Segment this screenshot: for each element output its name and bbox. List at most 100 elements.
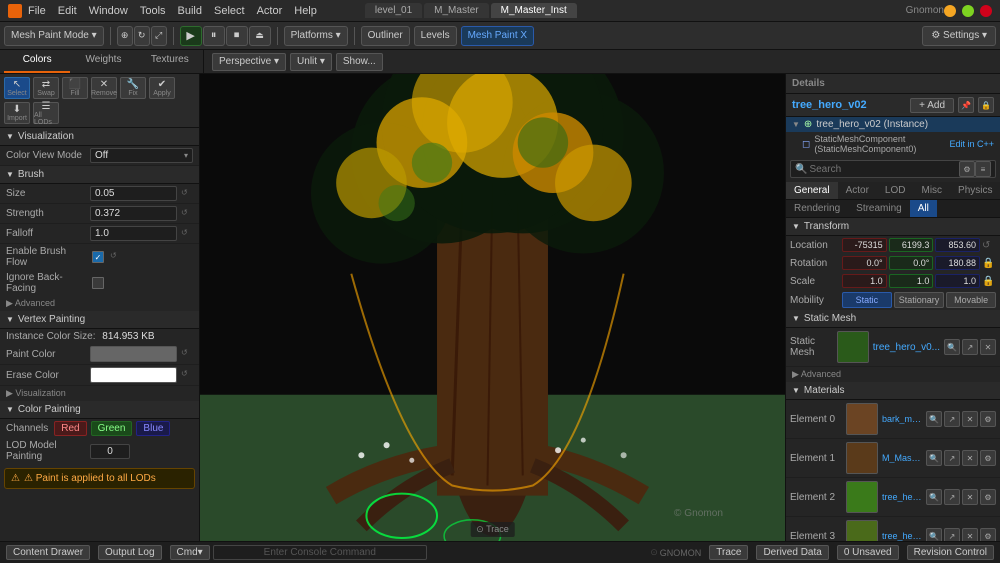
mat0-clear-btn[interactable]: ✕ [962, 411, 978, 427]
fill-tool-btn[interactable]: ⬛ Fill [62, 77, 88, 99]
mat3-clear-btn[interactable]: ✕ [962, 528, 978, 541]
viz-toggle[interactable]: ▶ Visualization [0, 386, 199, 401]
show-btn[interactable]: Show... [336, 53, 383, 71]
stationary-mobility-btn[interactable]: Stationary [894, 292, 945, 308]
mat1-browse-btn[interactable]: 🔍 [926, 450, 942, 466]
mat2-open-btn[interactable]: ↗ [944, 489, 960, 505]
tab-textures[interactable]: Textures [137, 50, 203, 73]
menu-file[interactable]: File [28, 5, 46, 17]
static-mesh-value[interactable]: tree_hero_v0... [873, 342, 940, 353]
viewport[interactable]: © Gnomon ⊙ Trace [200, 74, 785, 541]
tab-misc[interactable]: Misc [913, 182, 950, 199]
brush-size-input[interactable]: 0.05 [90, 186, 177, 201]
advanced-toggle[interactable]: ▶ Advanced [0, 296, 199, 311]
menu-build[interactable]: Build [178, 5, 202, 17]
all-lods-btn[interactable]: ☰ All LODs [33, 102, 59, 124]
mesh-paint-mode-btn[interactable]: Mesh Paint Mode ▾ [4, 26, 104, 46]
mat1-more-btn[interactable]: ⚙ [980, 450, 996, 466]
tab-weights[interactable]: Weights [70, 50, 136, 73]
brush-falloff-reset[interactable]: ↺ [181, 228, 193, 240]
menu-tools[interactable]: Tools [140, 5, 166, 17]
add-btn[interactable]: + Add [910, 98, 954, 113]
fix-tool-btn[interactable]: 🔧 Fix [120, 77, 146, 99]
scale-y-field[interactable]: 1.0 [889, 274, 934, 288]
mesh-paint-btn[interactable]: Mesh Paint X [461, 26, 534, 46]
mat1-name[interactable]: M_Master_Inst... [882, 453, 922, 463]
mat3-name[interactable]: tree_hero_v02_Two... [882, 531, 922, 541]
channel-green-btn[interactable]: Green [91, 421, 133, 436]
subtab-all[interactable]: All [910, 200, 937, 217]
levels-btn[interactable]: Levels [414, 26, 457, 46]
erase-color-reset[interactable]: ↺ [181, 369, 193, 381]
collapse-btn[interactable]: ≡ [975, 161, 991, 177]
brush-strength-input[interactable]: 0.372 [90, 206, 177, 221]
rot-y-field[interactable]: 0.0° [889, 256, 934, 270]
movable-mobility-btn[interactable]: Movable [946, 292, 996, 308]
menu-select[interactable]: Select [214, 5, 245, 17]
tab-level01[interactable]: level_01 [365, 3, 422, 18]
tab-actor[interactable]: Actor [838, 182, 877, 199]
lod-model-input[interactable]: 0 [90, 444, 130, 459]
channel-red-btn[interactable]: Red [54, 421, 86, 436]
color-painting-section[interactable]: ▼ Color Painting [0, 401, 199, 419]
import-tool-btn[interactable]: ⬇ Import [4, 102, 30, 124]
sm-advanced-toggle[interactable]: ▶ Advanced [786, 367, 1000, 382]
menu-help[interactable]: Help [294, 5, 317, 17]
rot-lock-btn[interactable]: 🔒 [982, 258, 996, 269]
mat2-browse-btn[interactable]: 🔍 [926, 489, 942, 505]
materials-section[interactable]: ▼ Materials [786, 382, 1000, 400]
mat0-name[interactable]: bark_mat_Mat... [882, 414, 922, 424]
trace-btn[interactable]: Trace [709, 545, 748, 560]
mat1-open-btn[interactable]: ↗ [944, 450, 960, 466]
brush-strength-reset[interactable]: ↺ [181, 208, 193, 220]
tab-m-master[interactable]: M_Master [424, 3, 488, 18]
cmd-btn[interactable]: Cmd▾ [170, 545, 210, 560]
paint-color-reset[interactable]: ↺ [181, 348, 193, 360]
brush-size-reset[interactable]: ↺ [181, 188, 193, 200]
lock-btn[interactable]: 🔒 [978, 97, 994, 113]
output-log-btn[interactable]: Output Log [98, 545, 161, 560]
scale-x-field[interactable]: 1.0 [842, 274, 887, 288]
tab-general[interactable]: General [786, 182, 838, 199]
apply-tool-btn[interactable]: ✔ Apply [149, 77, 175, 99]
mat2-clear-btn[interactable]: ✕ [962, 489, 978, 505]
enable-brush-flow-reset[interactable]: ↺ [110, 251, 122, 263]
tab-lod[interactable]: LOD [877, 182, 914, 199]
loc-z-field[interactable]: 853.60 [935, 238, 980, 252]
ignore-back-facing-checkbox[interactable] [92, 277, 104, 289]
tab-colors[interactable]: Colors [4, 50, 70, 73]
rot-x-field[interactable]: 0.0° [842, 256, 887, 270]
erase-color-swatch[interactable] [90, 367, 177, 383]
static-mobility-btn[interactable]: Static [842, 292, 892, 308]
content-drawer-btn[interactable]: Content Drawer [6, 545, 90, 560]
transform-section[interactable]: ▼ Transform [786, 218, 1000, 236]
mat2-name[interactable]: tree_hero_v02_Opa... [882, 492, 922, 502]
perspective-btn[interactable]: Perspective ▾ [212, 53, 286, 71]
mat0-browse-btn[interactable]: 🔍 [926, 411, 942, 427]
edit-cpp-link[interactable]: Edit in C++ [949, 139, 994, 149]
paint-color-swatch[interactable] [90, 346, 177, 362]
search-field[interactable]: 🔍 ⚙ ≡ [790, 160, 996, 178]
select-tool-btn[interactable]: ↖ Select [4, 77, 30, 99]
scale-lock-btn[interactable]: 🔒 [982, 276, 996, 287]
mat3-more-btn[interactable]: ⚙ [980, 528, 996, 541]
scale-z-field[interactable]: 1.0 [935, 274, 980, 288]
console-input[interactable]: Enter Console Command [213, 545, 427, 560]
scale-btn[interactable]: ⤢ [151, 26, 167, 46]
menu-bar[interactable]: File Edit Window Tools Build Select Acto… [28, 5, 357, 17]
menu-actor[interactable]: Actor [257, 5, 283, 17]
vertex-painting-section[interactable]: ▼ Vertex Painting [0, 311, 199, 329]
brush-falloff-input[interactable]: 1.0 [90, 226, 177, 241]
pin-btn[interactable]: 📌 [958, 97, 974, 113]
brush-section[interactable]: ▼ Brush [0, 166, 199, 184]
filter-btn[interactable]: ⚙ [959, 161, 975, 177]
search-input[interactable] [807, 162, 959, 177]
mat3-open-btn[interactable]: ↗ [944, 528, 960, 541]
channel-blue-btn[interactable]: Blue [136, 421, 170, 436]
mat1-clear-btn[interactable]: ✕ [962, 450, 978, 466]
color-view-mode-select[interactable]: Off ▾ [90, 148, 193, 163]
component-item[interactable]: ◻ StaticMeshComponent (StaticMeshCompone… [786, 132, 1000, 156]
pause-btn[interactable]: ⏸ [203, 26, 225, 46]
enable-brush-flow-checkbox[interactable] [92, 251, 104, 263]
rotate-btn[interactable]: ↻ [134, 26, 150, 46]
